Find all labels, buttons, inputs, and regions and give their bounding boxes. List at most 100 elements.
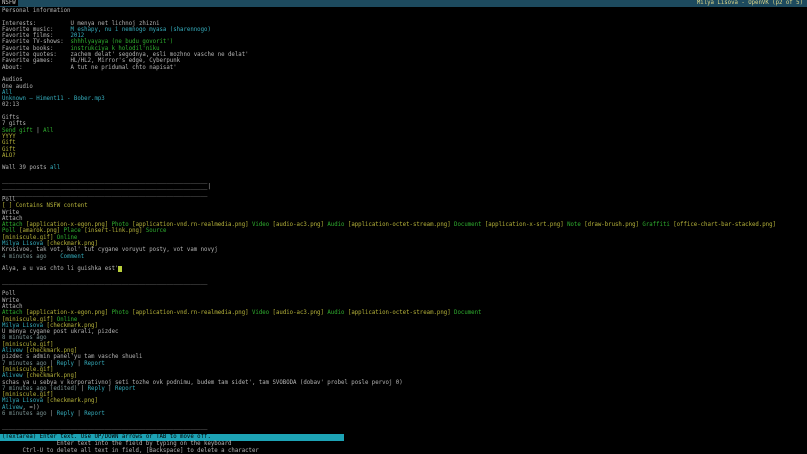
write-button[interactable]: Write (2, 298, 19, 304)
post-text: Krosivoe, tak vot, kol' tut cygane voruy… (2, 247, 218, 253)
attachment-icon-placeholder: [application-vnd.rn-realmedia.png] (132, 310, 252, 316)
help-line-2: Ctrl-U to delete all text in field, [Bac… (0, 448, 807, 454)
avatar-placeholder: [miniscule.gif] (2, 235, 57, 241)
music-link[interactable]: M eshapy, nu i nemnogo myasa (sharennogo… (70, 27, 210, 33)
lynx-terminal: NSFW Milya Lisova - OpenVK (p2 of 5) Per… (0, 0, 807, 454)
status-bar-row: (Textarea) Enter text. Use UP/DOWN arrow… (0, 434, 807, 441)
rule: ________________________________________… (2, 178, 207, 184)
report-link[interactable]: Report (115, 386, 136, 392)
section-title: Personal information (2, 8, 70, 14)
rule: ________________________________________… (2, 424, 207, 430)
separator: | (33, 128, 43, 134)
spacer (47, 254, 61, 260)
rule: ________________________________________… (2, 191, 207, 197)
mention-link[interactable]: Alivew (2, 405, 23, 411)
field-value: zachem delat' segodnya, esli mozhno vasc… (70, 52, 248, 58)
field-label: Favorite quotes: (2, 52, 70, 58)
attach-audio-link[interactable]: Audio (327, 222, 348, 228)
rule: ________________________________________… (2, 184, 211, 190)
attach-source-link[interactable]: Source (146, 228, 167, 234)
section-title: Gifts (2, 115, 19, 121)
author-link[interactable]: Alivew (2, 373, 23, 379)
gift-image-link[interactable]: ALO? (2, 153, 16, 159)
attachment-icon-placeholder: [audio-ac3.png] (273, 222, 328, 228)
nsfw-checkbox-label: Contains NSFW content (12, 203, 87, 209)
avatar-placeholder: [miniscule.gif] (2, 367, 53, 373)
field-label: Favorite books: (2, 46, 70, 52)
attach-photo-link[interactable]: Photo (112, 222, 133, 228)
write-button[interactable]: Write (2, 210, 19, 216)
all-posts-link[interactable]: all (50, 165, 60, 171)
audio-track-link[interactable]: Unknown — Himent11 - Bober.mp3 (2, 96, 105, 102)
attach-label: Attach (2, 304, 23, 310)
timestamp: 7 minutes ago (2, 361, 47, 367)
attachment-icon-placeholder: [audio-ac3.png] (273, 310, 328, 316)
gift-image-link[interactable]: YYYY (2, 134, 16, 140)
status-area: (Textarea) Enter text. Use UP/DOWN arrow… (0, 434, 807, 454)
reply-link[interactable]: Reply (57, 361, 74, 367)
attachment-icon-placeholder: [application-octet-stream.png] (348, 222, 454, 228)
comment-link[interactable]: Comment (60, 254, 84, 260)
attachment-icon-placeholder: [office-chart-bar-stacked.png] (673, 222, 776, 228)
attach-graffiti-link[interactable]: Graffiti (642, 222, 673, 228)
all-audios-link[interactable]: All (2, 90, 12, 96)
field-label: About: (2, 65, 70, 71)
attach-document-link[interactable]: Document (454, 222, 485, 228)
attachment-icon-placeholder: [application-vnd.rn-realmedia.png] (132, 222, 252, 228)
all-gifts-link[interactable]: All (43, 128, 53, 134)
attachment-icon-placeholder: [draw-brush.png] (584, 222, 642, 228)
timestamp: 4 minutes ago (2, 254, 47, 260)
attachment-icon-placeholder: [application-x-egon.png] (26, 310, 112, 316)
author-link[interactable]: Milya Lisova (2, 241, 43, 247)
send-gift-link[interactable]: Send gift (2, 128, 33, 134)
separator: | (47, 411, 57, 417)
report-link[interactable]: Report (84, 361, 105, 367)
poll-label: Poll (2, 197, 16, 203)
attach-place-link[interactable]: Place (64, 228, 85, 234)
audio-count-text: One audio (2, 84, 33, 90)
attach-audio-link[interactable]: Audio (327, 310, 348, 316)
comment-textarea[interactable]: Alya, a u vas chto li guishka est' (2, 266, 118, 272)
section-title: Audios (2, 77, 23, 83)
separator: | (105, 386, 115, 392)
attach-note-link[interactable]: Note (567, 222, 584, 228)
attach-poll-link[interactable]: Poll (2, 228, 19, 234)
gift-image-link[interactable]: Gift (2, 147, 16, 153)
titlebar: NSFW Milya Lisova - OpenVK (p2 of 5) (0, 0, 807, 7)
books-link[interactable]: instrukciya k holodil'niku (70, 46, 159, 52)
gift-count-text: 7 gifts (2, 121, 26, 127)
reply-link[interactable]: Reply (88, 386, 105, 392)
timestamp: 8 minutes ago (2, 335, 47, 341)
author-link[interactable]: Alivew (2, 348, 23, 354)
attach-video-link[interactable]: Video (252, 222, 273, 228)
attach-file-link[interactable]: Attach (2, 222, 26, 228)
films-link[interactable]: 2012 (70, 33, 84, 39)
attach-label: Attach (2, 216, 23, 222)
attachment-icon-placeholder: [application-octet-stream.png] (348, 310, 454, 316)
verified-badge-placeholder: [checkmark.png] (43, 241, 98, 247)
online-status: Online (57, 235, 78, 241)
avatar-placeholder: [miniscule.gif] (2, 342, 53, 348)
poll-label: Poll (2, 291, 16, 297)
attachment-icon-placeholder: [amarok.png] (19, 228, 64, 234)
nsfw-checkbox[interactable]: [ ] (2, 203, 12, 209)
separator: | (77, 386, 87, 392)
text-cursor[interactable] (118, 266, 121, 272)
report-link[interactable]: Report (84, 411, 105, 417)
attach-document-link[interactable]: Document (454, 310, 481, 316)
author-link[interactable]: Milya Lisova (2, 398, 43, 404)
field-value: A tut ne pridumal chto napisat' (70, 65, 176, 71)
separator: | (47, 361, 57, 367)
field-value: HL/HL2, Mirror's edge, Cyberpunk (70, 58, 180, 64)
separator: | (74, 361, 84, 367)
gift-image-link[interactable]: Gift (2, 140, 16, 146)
reply-link[interactable]: Reply (57, 411, 74, 417)
author-link[interactable]: Milya Lisova (2, 323, 43, 329)
verified-badge-placeholder: [checkmark.png] (43, 323, 98, 329)
attach-photo-link[interactable]: Photo (112, 310, 133, 316)
attach-file-link[interactable]: Attach (2, 310, 26, 316)
avatar-placeholder: [miniscule.gif] (2, 317, 57, 323)
attachment-icon-placeholder: [insert-link.png] (84, 228, 146, 234)
attach-video-link[interactable]: Video (252, 310, 273, 316)
tvshows-link[interactable]: shhhlyayaya (ne budu govorit') (70, 39, 173, 45)
